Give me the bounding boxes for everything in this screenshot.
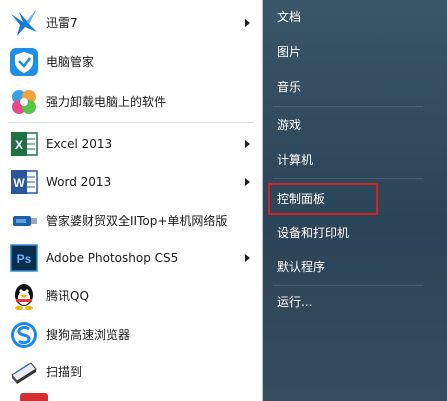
tencent-shield-icon [8,46,40,78]
right-item-pictures[interactable]: 图片 [277,44,301,60]
word-icon: W [8,166,40,198]
right-item-computer[interactable]: 计算机 [277,152,313,168]
program-label: 腾讯QQ [46,288,89,303]
qq-penguin-icon [8,280,40,312]
photoshop-icon: Ps [8,242,40,274]
program-label: Adobe Photoshop CS5 [46,250,179,265]
program-item-guanjiapo[interactable]: 管家婆财贸双全IITop+单机网络版 [8,202,258,240]
program-item-thunder[interactable]: 迅雷7 [8,6,258,40]
photoshop-icon-letters: Ps [17,252,32,266]
program-label: 强力卸载电脑上的软件 [46,94,167,109]
program-label: 管家婆财贸双全IITop+单机网络版 [46,213,228,228]
submenu-arrow-icon [245,254,250,262]
word-icon-letter: W [13,176,25,190]
right-separator [273,178,423,179]
program-label: 扫描到 [46,364,83,379]
excel-icon-letter: X [15,138,23,152]
right-item-music[interactable]: 音乐 [277,79,301,95]
right-item-devices-printers[interactable]: 设备和打印机 [277,225,349,241]
submenu-arrow-icon [245,19,250,27]
excel-icon: X [8,128,40,160]
program-item-photoshop[interactable]: Ps Adobe Photoshop CS5 [8,241,258,275]
right-item-default-programs[interactable]: 默认程序 [277,259,325,275]
program-item-excel[interactable]: X Excel 2013 [8,126,258,162]
start-menu: 迅雷7 电脑管家 强力卸载电脑上的软件 X Excel 2013 W Word … [0,0,447,401]
program-item-sogou[interactable]: 搜狗高速浏览器 [8,317,258,353]
program-list: 迅雷7 电脑管家 强力卸载电脑上的软件 X Excel 2013 W Word … [0,0,263,401]
program-item-scan[interactable]: 扫描到 [8,355,258,389]
submenu-arrow-icon [245,178,250,186]
right-separator [273,285,423,286]
program-label: 搜狗高速浏览器 [46,327,131,342]
program-label: 电脑管家 [46,54,95,69]
partial-program-icon [20,393,48,401]
program-item-uninstaller[interactable]: 强力卸载电脑上的软件 [8,84,258,120]
right-item-games[interactable]: 游戏 [277,117,301,133]
sogou-browser-icon [8,319,40,351]
colorful-flower-icon [8,86,40,118]
usb-key-icon [8,205,40,237]
start-menu-right-pane: 文档 图片 音乐 游戏 计算机 控制面板 设备和打印机 默认程序 运行... [263,0,447,401]
right-item-run[interactable]: 运行... [277,294,312,310]
program-label: Excel 2013 [46,136,113,151]
thunder-bird-icon [8,7,40,39]
scanner-icon [8,356,40,388]
separator [8,122,254,123]
program-label: Word 2013 [46,174,112,189]
submenu-arrow-icon [245,140,250,148]
right-separator [273,106,423,107]
program-item-qq[interactable]: 腾讯QQ [8,278,258,314]
right-item-documents[interactable]: 文档 [277,9,301,25]
program-item-pc-manager[interactable]: 电脑管家 [8,44,258,80]
control-panel-highlight-box [268,183,378,215]
program-label: 迅雷7 [46,15,78,30]
program-item-word[interactable]: W Word 2013 [8,164,258,200]
